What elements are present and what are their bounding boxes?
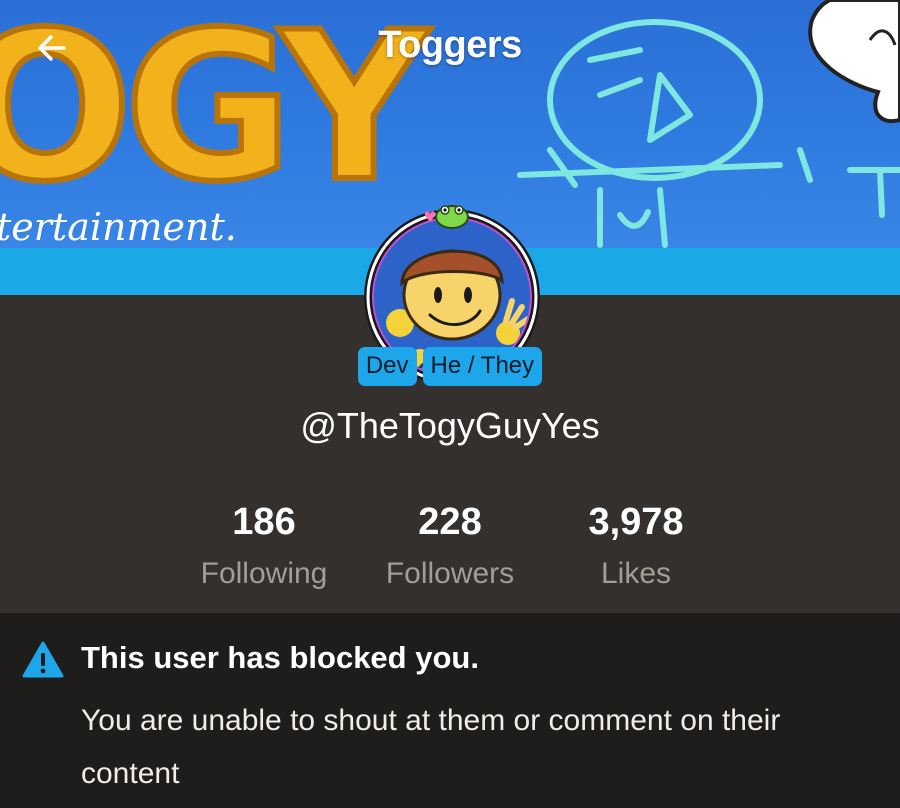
stat-likes[interactable]: 3,978 Likes bbox=[536, 500, 736, 592]
stat-label: Likes bbox=[600, 557, 672, 590]
stat-label: Followers bbox=[385, 557, 515, 590]
pronouns-badge: He / They bbox=[422, 347, 543, 386]
banner-caption: tertainment. bbox=[0, 205, 237, 249]
stat-value: 186 bbox=[232, 501, 296, 543]
notice-title: This user has blocked you. bbox=[81, 640, 479, 675]
role-badge: Dev bbox=[357, 347, 417, 386]
more-options-button[interactable] bbox=[838, 24, 878, 72]
more-vertical-icon bbox=[854, 32, 862, 64]
top-bar: Toggers bbox=[0, 0, 900, 95]
stat-followers[interactable]: 228 Followers bbox=[350, 500, 550, 592]
notice-body: You are unable to shout at them or comme… bbox=[81, 704, 781, 790]
warning-triangle-icon bbox=[22, 641, 64, 678]
username: @TheTogyGuyYes bbox=[300, 405, 600, 446]
stat-value: 228 bbox=[418, 501, 482, 543]
stat-value: 3,978 bbox=[588, 501, 684, 543]
page-title: Toggers bbox=[378, 24, 522, 66]
stat-label: Following bbox=[200, 557, 328, 590]
profile-badges: Dev He / They bbox=[0, 347, 900, 386]
stat-following[interactable]: 186 Following bbox=[164, 500, 364, 592]
